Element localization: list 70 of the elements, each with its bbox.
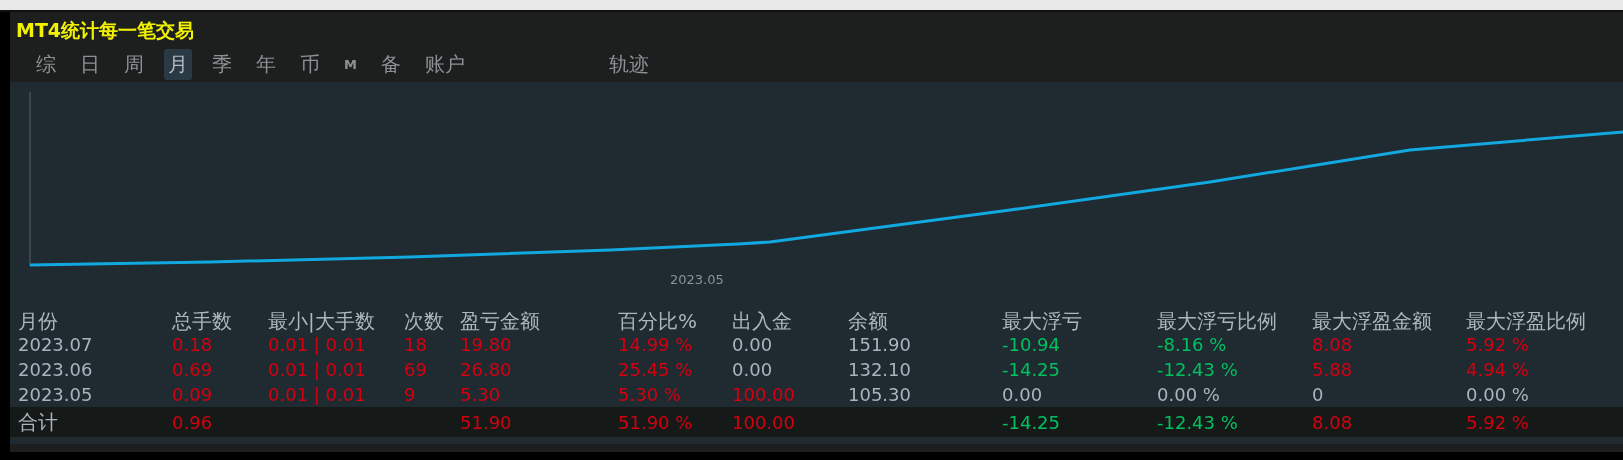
column-header: 月份	[18, 308, 59, 335]
period-tab[interactable]: 日	[76, 48, 104, 80]
table-cell-text: 8.08	[1312, 411, 1354, 433]
table-cell-text: 14.99 %	[618, 334, 694, 355]
period-tab[interactable]: M	[340, 54, 361, 74]
column-header: 出入金	[732, 308, 793, 335]
table-cell-text: 0.09	[172, 384, 214, 405]
period-tab[interactable]: 年	[252, 48, 280, 80]
table-cell-text: 0	[1312, 384, 1325, 405]
table-cell-text: 5.92 %	[1466, 411, 1530, 433]
window-title: MT4统计每一笔交易	[15, 18, 196, 43]
column-header: 最大浮亏	[1002, 308, 1083, 335]
column-header: 余额	[848, 308, 889, 335]
table-cell-text: 0.01 | 0.01	[268, 334, 367, 355]
table-cell-text: -12.43 %	[1157, 411, 1239, 433]
period-tab[interactable]: 月	[164, 48, 192, 80]
column-header: 百分比%	[618, 308, 698, 335]
table-cell-text: 25.45 %	[618, 359, 694, 380]
table-cell-text: 0.01 | 0.01	[268, 384, 367, 405]
table-cell-text: 132.10	[848, 359, 912, 380]
table-cell-text: 0.69	[172, 359, 214, 380]
period-tab[interactable]: 周	[120, 48, 148, 80]
table-cell-text: 2023.07	[18, 334, 94, 355]
table-cell-text: 51.90 %	[618, 411, 694, 433]
column-header: 最大浮盈金额	[1312, 308, 1433, 335]
table-cell-text: 26.80	[460, 359, 513, 380]
table-cell-text: 0.00	[732, 359, 774, 380]
table-cell-text: -14.25	[1002, 359, 1062, 380]
table-cell-text: 0.01 | 0.01	[268, 359, 367, 380]
period-tab[interactable]: 账户	[420, 48, 469, 80]
table-cell-text: 合计	[18, 408, 59, 436]
table-cell-text: 151.90	[848, 334, 912, 355]
table-cell-text: 0.96	[172, 411, 214, 433]
column-header: 最小|大手数	[268, 308, 376, 335]
period-tab[interactable]: 季	[208, 48, 236, 80]
table-cell-text: 100.00	[732, 384, 796, 405]
column-header: 盈亏金额	[460, 308, 541, 335]
table-cell-text: -14.25	[1002, 411, 1062, 433]
column-header: 次数	[404, 308, 445, 335]
table-cell-text: 69	[404, 359, 428, 380]
table-cell-text: -10.94	[1002, 334, 1062, 355]
table-cell-text: 2023.05	[18, 384, 94, 405]
table-cell-text: 2023.06	[18, 359, 94, 380]
period-tab[interactable]: 备	[376, 48, 405, 80]
table-cell-text: 18	[404, 334, 428, 355]
x-axis-label: 2023.05	[670, 272, 724, 287]
column-header: 最大浮盈比例	[1466, 308, 1587, 335]
trail-tab[interactable]: 轨迹	[604, 48, 653, 80]
column-header: 总手数	[172, 308, 233, 335]
table-cell-text: 9	[404, 384, 417, 405]
table-cell-text: 5.92 %	[1466, 334, 1530, 355]
table-cell-text: 5.88	[1312, 359, 1354, 380]
table-cell-text: 100.00	[732, 411, 796, 433]
table-cell-text: 105.30	[848, 384, 912, 405]
period-tab[interactable]: 综	[32, 48, 60, 80]
column-header: 最大浮亏比例	[1157, 308, 1278, 335]
table-cell-text: -12.43 %	[1157, 359, 1239, 380]
table-cell-text: 8.08	[1312, 334, 1354, 355]
table-cell-text: 19.80	[460, 334, 513, 355]
table-cell-text: 0.00	[732, 334, 774, 355]
table-cell-text: 0.00	[1002, 384, 1044, 405]
table-cell-text: 0.00 %	[1157, 384, 1221, 405]
period-tab[interactable]: 币	[296, 48, 324, 80]
table-cell-text: -8.16 %	[1157, 334, 1228, 355]
table-cell-text: 5.30 %	[618, 384, 682, 405]
table-cell-text: 5.30	[460, 384, 502, 405]
table-cell-text: 4.94 %	[1466, 359, 1530, 380]
table-cell-text: 51.90	[460, 411, 513, 433]
table-cell-text: 0.00 %	[1466, 384, 1530, 405]
table-cell-text: 0.18	[172, 334, 214, 355]
